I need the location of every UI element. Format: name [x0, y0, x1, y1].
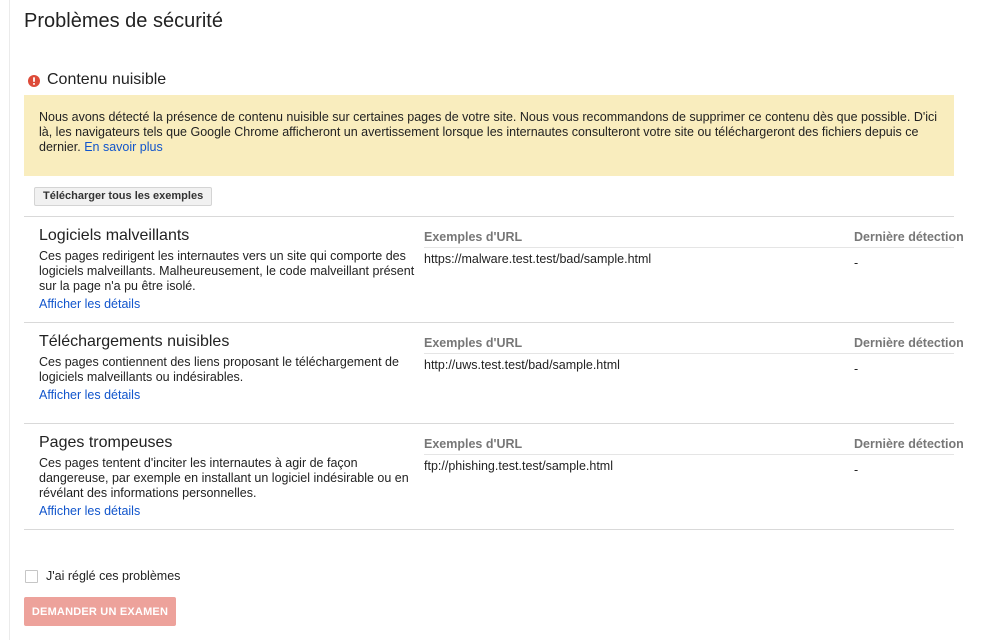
show-details-link[interactable]: Afficher les détails — [39, 388, 140, 402]
show-details-link[interactable]: Afficher les détails — [39, 297, 140, 311]
issue-description: Ces pages contiennent des liens proposan… — [39, 355, 399, 384]
example-url: http://uws.test.test/bad/sample.html — [424, 358, 620, 372]
last-detection-value: - — [854, 362, 859, 376]
learn-more-link[interactable]: En savoir plus — [84, 140, 163, 154]
divider — [24, 423, 954, 424]
fixed-issues-label: J'ai réglé ces problèmes — [46, 569, 181, 583]
example-url: https://malware.test.test/bad/sample.htm… — [424, 252, 652, 266]
fixed-issues-checkbox[interactable] — [25, 569, 38, 583]
request-review-button[interactable]: DEMANDER UN EXAMEN — [24, 597, 176, 626]
column-divider — [424, 353, 954, 354]
exclamation-circle-icon — [28, 74, 40, 87]
example-url: ftp://phishing.test.test/sample.html — [424, 459, 613, 473]
date-column-header: Dernière détection — [854, 336, 964, 350]
show-details-link[interactable]: Afficher les détails — [39, 504, 140, 518]
url-column-header: Exemples d'URL — [424, 437, 523, 451]
issue-title: Pages trompeuses — [39, 434, 173, 451]
url-column-header: Exemples d'URL — [424, 336, 523, 350]
last-detection-value: - — [854, 463, 859, 477]
section-title: Contenu nuisible — [47, 71, 167, 88]
date-column-header: Dernière détection — [854, 230, 964, 244]
left-divider — [9, 0, 10, 640]
issue-description: Ces pages tentent d'inciter les internau… — [39, 456, 409, 500]
fixed-issues-row: J'ai réglé ces problèmes — [25, 569, 180, 583]
issue-title: Logiciels malveillants — [39, 227, 190, 244]
date-column-header: Dernière détection — [854, 437, 964, 451]
issue-description: Ces pages redirigent les internautes ver… — [39, 249, 415, 293]
column-divider — [424, 454, 954, 455]
divider — [24, 216, 954, 217]
warning-banner: Nous avons détecté la présence de conten… — [24, 95, 954, 176]
last-detection-value: - — [854, 256, 859, 270]
column-divider — [424, 247, 954, 248]
url-column-header: Exemples d'URL — [424, 230, 523, 244]
download-all-examples-button[interactable]: Télécharger tous les exemples — [34, 187, 213, 206]
warning-text: Nous avons détecté la présence de conten… — [39, 110, 938, 154]
page-title: Problèmes de sécurité — [24, 10, 223, 32]
issue-title: Téléchargements nuisibles — [39, 333, 230, 350]
divider — [24, 529, 954, 530]
divider — [24, 322, 954, 323]
section-header: Contenu nuisible — [28, 71, 166, 89]
